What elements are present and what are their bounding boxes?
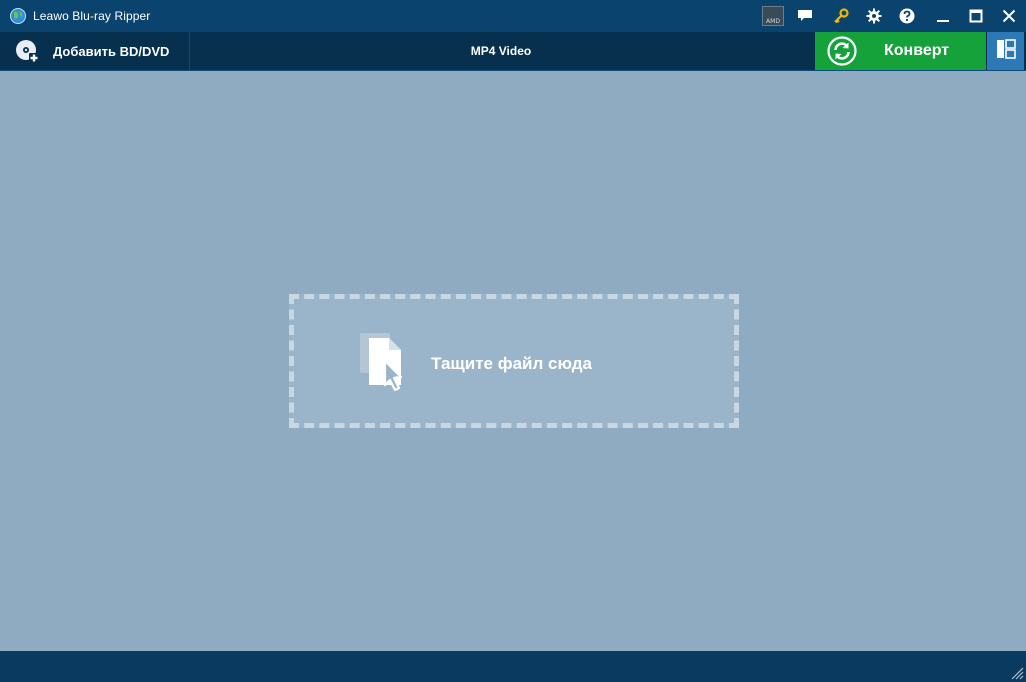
gear-icon bbox=[866, 8, 882, 24]
minimize-button[interactable] bbox=[932, 6, 954, 26]
drop-hint-text: Тащите файл сюда bbox=[431, 354, 593, 373]
leawo-globe-icon bbox=[10, 8, 26, 24]
close-button[interactable] bbox=[998, 6, 1020, 26]
feedback-button[interactable] bbox=[794, 6, 816, 26]
app-window: Leawo Blu-ray Ripper AMD Добавить BD/DVD… bbox=[0, 0, 1026, 682]
convert-refresh-icon bbox=[827, 36, 857, 66]
resize-grip-icon[interactable] bbox=[1010, 666, 1024, 680]
output-profile-selector[interactable]: MP4 Video bbox=[400, 44, 602, 58]
layout-panel-icon bbox=[996, 38, 1016, 64]
help-button[interactable] bbox=[896, 6, 918, 26]
settings-button[interactable] bbox=[863, 6, 885, 26]
key-icon bbox=[833, 8, 849, 24]
status-bar bbox=[0, 651, 1026, 682]
maximize-icon bbox=[969, 9, 983, 23]
amd-badge-text: AMD bbox=[766, 18, 780, 25]
close-icon bbox=[1002, 9, 1016, 23]
add-bd-dvd-button[interactable]: Добавить BD/DVD bbox=[0, 32, 190, 70]
register-button[interactable] bbox=[830, 6, 852, 26]
add-bd-dvd-label: Добавить BD/DVD bbox=[53, 44, 170, 59]
toggle-layout-button[interactable] bbox=[987, 32, 1024, 70]
app-title: Leawo Blu-ray Ripper bbox=[33, 9, 151, 23]
convert-button[interactable]: Конверт bbox=[815, 32, 986, 70]
drag-file-icon bbox=[356, 327, 412, 393]
main-toolbar: Добавить BD/DVD MP4 Video Конверт bbox=[0, 32, 1026, 71]
amd-badge-icon[interactable]: AMD bbox=[762, 6, 784, 26]
maximize-button[interactable] bbox=[965, 6, 987, 26]
file-list-area[interactable]: Тащите файл сюда bbox=[1, 71, 1025, 651]
convert-label: Конверт bbox=[884, 42, 950, 59]
add-disc-icon bbox=[15, 39, 39, 63]
help-icon bbox=[899, 8, 915, 24]
title-bar[interactable]: Leawo Blu-ray Ripper AMD bbox=[0, 0, 1026, 32]
minimize-icon bbox=[936, 9, 950, 23]
chat-icon bbox=[797, 9, 813, 23]
drop-zone[interactable]: Тащите файл сюда bbox=[289, 294, 739, 428]
